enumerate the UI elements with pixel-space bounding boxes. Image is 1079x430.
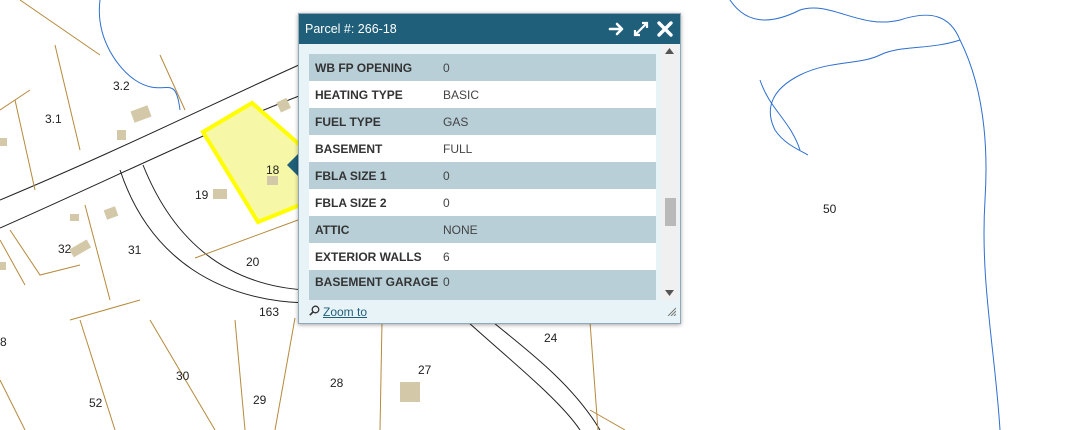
attr-key: EXTERIOR WALLS [315, 249, 422, 264]
attr-value: 0 [443, 168, 450, 183]
attr-key: WB FP OPENING [315, 60, 413, 75]
parcel-label: 19 [195, 188, 209, 202]
selected-parcel-18[interactable] [200, 100, 302, 225]
parcel-label: 18 [266, 163, 280, 177]
parcel-line [14, 99, 36, 191]
parcel-line [54, 44, 81, 151]
parcel-label: 24 [544, 331, 558, 345]
parcel-line [84, 204, 111, 301]
popup-tools [608, 20, 674, 38]
parcel-label: 52 [89, 396, 103, 410]
building [69, 239, 92, 258]
building [103, 206, 119, 220]
parcel-line [79, 319, 116, 430]
popup-scrollbar[interactable] [661, 44, 678, 300]
table-row: EXTERIOR WALLS 6 [309, 243, 656, 270]
attr-key: FBLA SIZE 1 [315, 168, 387, 183]
scrollbar-thumb[interactable] [665, 198, 676, 226]
attr-key: FUEL TYPE [315, 114, 381, 129]
attr-value: BASIC [443, 87, 480, 102]
table-row: FBLA SIZE 1 0 [309, 162, 656, 189]
table-row: BASEMENT FULL [309, 135, 656, 162]
table-row: ATTIC NONE [309, 216, 656, 243]
building [213, 189, 227, 199]
parcel-line [0, 379, 26, 430]
resize-grip-icon[interactable] [667, 305, 677, 319]
building [130, 105, 152, 123]
attr-value: FULL [443, 141, 473, 156]
parcel-label: 28 [330, 376, 344, 390]
parcel-label: 32 [58, 242, 72, 256]
parcel-line [194, 219, 299, 259]
table-row: BASEMENT GARAGE 0 [309, 270, 656, 300]
parcel-label: 20 [246, 255, 260, 269]
popup-title: Parcel #: 266-18 [305, 22, 397, 36]
road-edge-right-a [467, 321, 581, 430]
parcel-line [69, 299, 141, 321]
parcel-label: 27 [418, 363, 432, 377]
attr-key: BASEMENT [315, 141, 383, 156]
stream [729, 0, 1001, 430]
building [267, 176, 278, 185]
parcel-label: 30 [176, 369, 190, 383]
arrow-right-icon[interactable] [608, 20, 626, 38]
maximize-icon[interactable] [632, 20, 650, 38]
building [0, 262, 6, 270]
attr-value: GAS [443, 114, 469, 129]
stream [759, 79, 801, 151]
attr-value: NONE [443, 222, 478, 237]
parcel-line [19, 0, 101, 56]
attr-value: 0 [443, 195, 450, 210]
parcel-line [159, 54, 186, 111]
building [70, 214, 79, 221]
scroll-down-icon[interactable] [661, 286, 678, 300]
attr-key: BASEMENT GARAGE [315, 275, 439, 289]
stream [769, 39, 961, 156]
table-row: FUEL TYPE GAS [309, 108, 656, 135]
attribute-table: WB FP OPENING 0 HEATING TYPE BASIC FUEL TY… [309, 54, 656, 300]
attr-key: FBLA SIZE 2 [315, 195, 387, 210]
popup-footer: Zoom to [299, 300, 680, 323]
building [117, 130, 126, 140]
stream [98, 0, 181, 111]
parcel-label: 29 [253, 393, 267, 407]
building [0, 138, 7, 146]
parcel-label: 50 [823, 202, 837, 216]
parcel-line [589, 409, 626, 430]
parcel-label: 3.2 [113, 79, 130, 93]
parcel-label: 163 [259, 305, 280, 319]
parcel-label: 3.1 [45, 112, 62, 126]
close-icon[interactable] [656, 20, 674, 38]
table-row: HEATING TYPE BASIC [309, 81, 656, 108]
magnifier-icon [309, 305, 320, 319]
zoom-to-link[interactable]: Zoom to [323, 305, 367, 319]
parcel-label: 8 [0, 335, 7, 349]
attr-key: HEATING TYPE [315, 87, 403, 102]
parcel-line [274, 317, 296, 430]
popup-header: Parcel #: 266-18 [299, 14, 680, 44]
table-row: FBLA SIZE 2 0 [309, 189, 656, 216]
parcel-line [234, 319, 246, 430]
attr-key: ATTIC [315, 222, 350, 237]
parcel-label: 31 [128, 243, 142, 257]
building [400, 382, 420, 402]
parcel-line [379, 321, 383, 430]
attr-value: 6 [443, 249, 450, 264]
popup-content[interactable]: WB FP OPENING 0 HEATING TYPE BASIC FUEL TY… [299, 44, 680, 300]
attr-value: 0 [443, 275, 450, 289]
table-row: WB FP OPENING 0 [309, 54, 656, 81]
parcel-popup: Parcel #: 266-18 WB FP OPENING 0 HEATING … [298, 13, 681, 324]
attr-value: 0 [443, 60, 450, 75]
scroll-up-icon[interactable] [661, 44, 678, 58]
